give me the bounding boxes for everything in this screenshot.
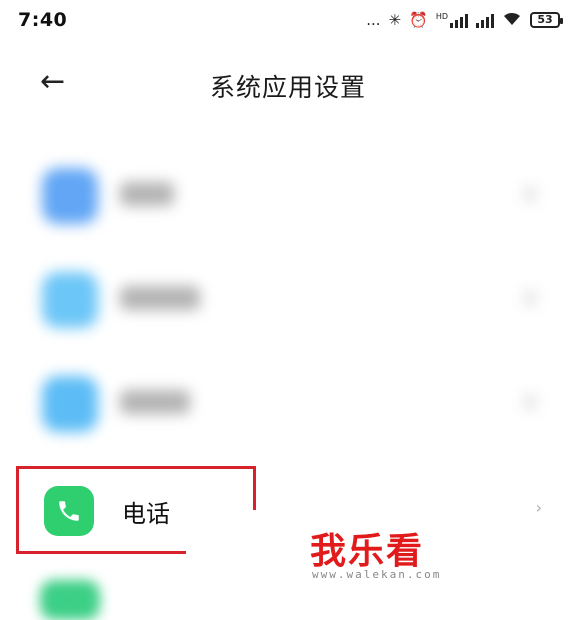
status-bar: 7:40 ... ✳ ⏰ HD 53: [0, 0, 576, 40]
bluetooth-icon: ✳: [388, 11, 402, 29]
watermark-logo: 我乐看: [310, 531, 425, 572]
list-item-label: [120, 286, 200, 310]
chevron-right-icon: [524, 290, 536, 306]
list-item-label: [120, 390, 190, 414]
hd-label: HD: [435, 12, 448, 21]
list-item[interactable]: [0, 248, 576, 348]
watermark-url: www.walekan.com: [312, 568, 442, 581]
page-title: 系统应用设置: [209, 73, 366, 102]
status-icons: ... ✳ ⏰ HD 53: [366, 10, 563, 30]
status-time: 7:40: [18, 9, 68, 31]
light-blue-app-icon: [42, 272, 98, 328]
chevron-right-icon: [524, 394, 536, 410]
list-item[interactable]: [0, 144, 576, 244]
chevron-right-icon: ›: [535, 498, 542, 517]
list-item-label: [120, 182, 174, 206]
battery-icon: 53: [530, 12, 563, 28]
wifi-icon: [502, 10, 522, 30]
signal-icon: [476, 12, 494, 28]
chevron-right-icon: [524, 186, 536, 202]
green-app-icon: [40, 580, 100, 620]
alarm-icon: ⏰: [409, 11, 428, 29]
list-item[interactable]: [0, 352, 576, 452]
highlight-box-edge: [253, 466, 256, 514]
signal-hd-icon: HD: [436, 12, 468, 28]
app-header: ← 系统应用设置: [0, 50, 576, 116]
blue-app-icon: [42, 168, 98, 224]
sky-blue-app-icon: [42, 376, 98, 432]
highlight-box-edge: [16, 551, 184, 554]
more-dots-icon: ...: [366, 11, 381, 29]
